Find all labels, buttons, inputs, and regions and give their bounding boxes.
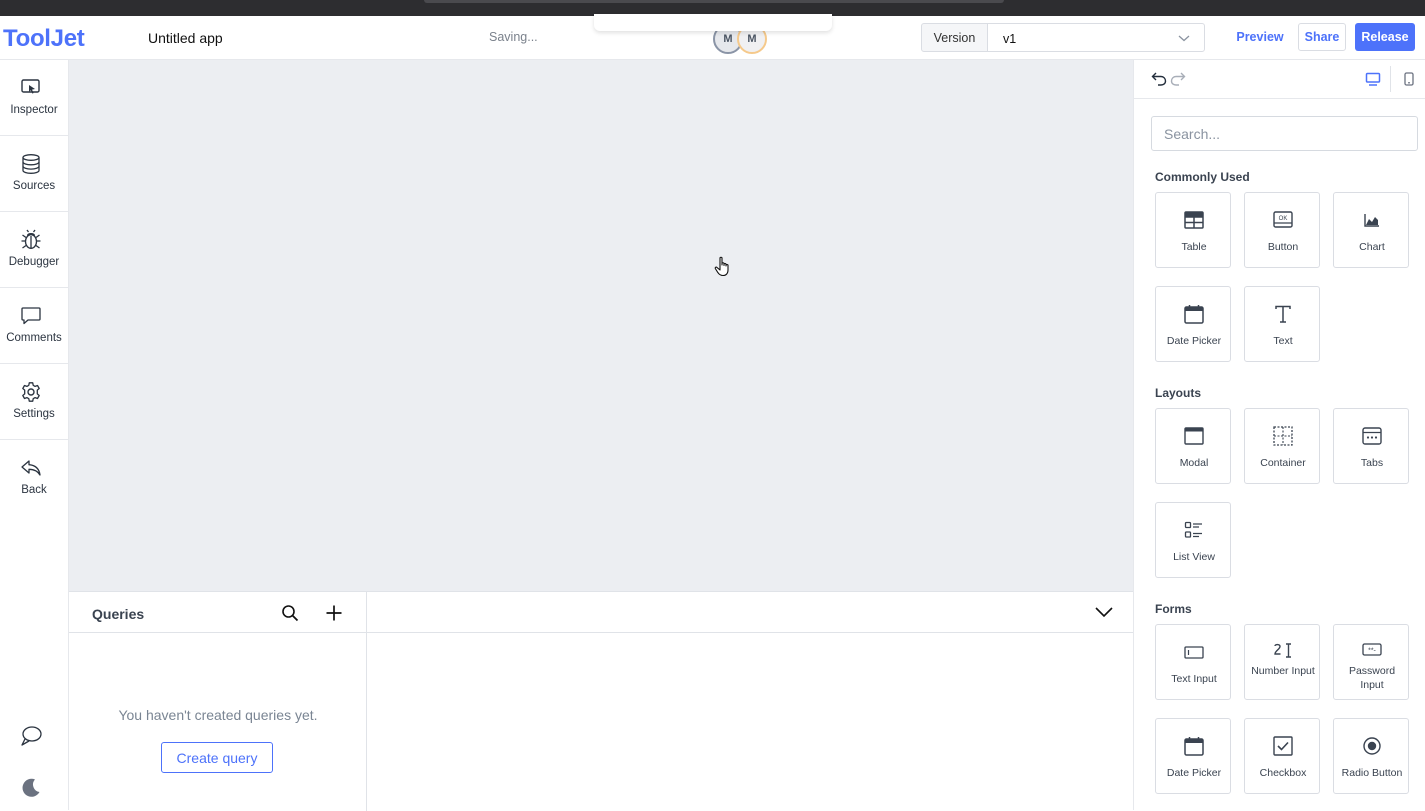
widget-label: Text [1273, 335, 1293, 347]
widget-text-input[interactable]: Text Input [1155, 624, 1231, 700]
queries-list: You haven't created queries yet. Create … [69, 592, 367, 811]
password-input-icon: **- [1361, 641, 1383, 663]
component-search-input[interactable] [1151, 116, 1418, 151]
svg-text:OK: OK [1279, 216, 1288, 222]
widget-label: Checkbox [1259, 767, 1307, 779]
left-sidebar: Inspector Sources Debugger Comments Sett… [0, 60, 69, 810]
toolbar-divider [1390, 66, 1391, 92]
version-label: Version [921, 23, 988, 52]
widget-label: Date Picker [1166, 335, 1222, 347]
inspector-icon [20, 77, 42, 99]
section-title-commonly-used: Commonly Used [1155, 170, 1250, 184]
widget-password-input[interactable]: **- Password Input [1333, 624, 1409, 700]
widget-list-view[interactable]: List View [1155, 502, 1231, 578]
back-arrow-icon [20, 457, 42, 479]
button-icon: OK [1272, 209, 1294, 231]
undo-icon[interactable] [1151, 71, 1167, 87]
svg-text:**-: **- [1368, 648, 1376, 655]
container-icon [1272, 425, 1294, 447]
redo-icon[interactable] [1170, 71, 1186, 87]
widget-label: Number Input [1251, 665, 1315, 677]
sidebar-item-sources[interactable]: Sources [0, 136, 68, 212]
version-select[interactable]: v1 [987, 23, 1205, 52]
share-button[interactable]: Share [1298, 23, 1346, 51]
widget-modal[interactable]: Modal [1155, 408, 1231, 484]
table-icon [1183, 209, 1205, 231]
widget-label: Container [1260, 457, 1306, 469]
saving-status: Saving... [489, 30, 538, 44]
gear-icon [20, 381, 42, 403]
text-input-icon [1183, 641, 1205, 663]
notification-toast [594, 14, 832, 31]
widget-text[interactable]: Text [1244, 286, 1320, 362]
widget-table[interactable]: Table [1155, 192, 1231, 268]
widget-label: Text Input [1171, 673, 1217, 685]
widget-number-input[interactable]: Number Input [1244, 624, 1320, 700]
calendar-icon [1183, 735, 1205, 757]
sidebar-item-label: Comments [6, 332, 62, 344]
text-icon [1272, 303, 1294, 325]
list-view-icon [1183, 519, 1205, 541]
sidebar-item-label: Back [21, 484, 47, 496]
release-button[interactable]: Release [1355, 23, 1415, 51]
chevron-down-icon[interactable] [1094, 605, 1114, 619]
version-value: v1 [1003, 32, 1017, 46]
desktop-view-icon[interactable] [1365, 72, 1381, 86]
chevron-down-icon [1178, 33, 1190, 43]
widget-label: Button [1267, 241, 1299, 253]
sidebar-item-comments[interactable]: Comments [0, 288, 68, 364]
preview-button[interactable]: Preview [1232, 23, 1288, 51]
sidebar-item-label: Sources [12, 180, 56, 192]
calendar-icon [1183, 303, 1205, 325]
widget-button[interactable]: OK Button [1244, 192, 1320, 268]
sidebar-item-settings[interactable]: Settings [0, 364, 68, 440]
hand-cursor-icon [714, 256, 732, 278]
moon-icon[interactable] [21, 778, 41, 798]
database-icon [20, 153, 42, 175]
widget-tabs[interactable]: Tabs [1333, 408, 1409, 484]
sidebar-item-label: Settings [13, 408, 55, 420]
widget-label: Password Input [1348, 665, 1396, 691]
widget-label: Tabs [1360, 457, 1384, 469]
create-query-button[interactable]: Create query [161, 742, 273, 773]
widget-checkbox[interactable]: Checkbox [1244, 718, 1320, 794]
app-name[interactable]: Untitled app [148, 30, 223, 46]
sidebar-item-back[interactable]: Back [0, 440, 68, 516]
components-panel: Commonly Used Table OK Button Chart Date… [1133, 60, 1425, 810]
radio-icon [1361, 735, 1383, 757]
sidebar-item-inspector[interactable]: Inspector [0, 60, 68, 136]
widget-label: Table [1181, 241, 1207, 253]
mobile-view-icon[interactable] [1404, 72, 1414, 86]
widget-container[interactable]: Container [1244, 408, 1320, 484]
widget-label: Radio Button [1341, 767, 1403, 779]
widget-date-picker[interactable]: Date Picker [1155, 286, 1231, 362]
sidebar-item-label: Inspector [10, 104, 58, 116]
modal-icon [1183, 425, 1205, 447]
comment-icon [20, 305, 42, 327]
widget-chart[interactable]: Chart [1333, 192, 1409, 268]
queries-panel: Queries You haven't created queries yet.… [69, 591, 1133, 811]
section-title-layouts: Layouts [1155, 386, 1202, 400]
number-input-icon [1272, 641, 1294, 663]
widget-label: List View [1173, 551, 1215, 563]
section-title-forms: Forms [1155, 602, 1192, 616]
queries-empty-text: You haven't created queries yet. [118, 707, 318, 723]
chart-icon [1361, 209, 1383, 231]
sidebar-item-debugger[interactable]: Debugger [0, 212, 68, 288]
chat-icon[interactable] [19, 724, 43, 748]
widget-label: Chart [1359, 241, 1385, 253]
tooljet-logo[interactable]: ToolJet [3, 25, 85, 53]
app-canvas[interactable] [69, 60, 1133, 591]
widget-date-picker-form[interactable]: Date Picker [1155, 718, 1231, 794]
widget-label: Date Picker [1166, 767, 1222, 779]
panel-toolbar [1134, 60, 1425, 99]
browser-tab [424, 0, 1004, 3]
widget-label: Modal [1179, 457, 1209, 469]
sidebar-item-label: Debugger [8, 256, 60, 268]
widget-radio-button[interactable]: Radio Button [1333, 718, 1409, 794]
checkbox-icon [1272, 735, 1294, 757]
bug-icon [20, 229, 42, 251]
tabs-icon [1361, 425, 1383, 447]
